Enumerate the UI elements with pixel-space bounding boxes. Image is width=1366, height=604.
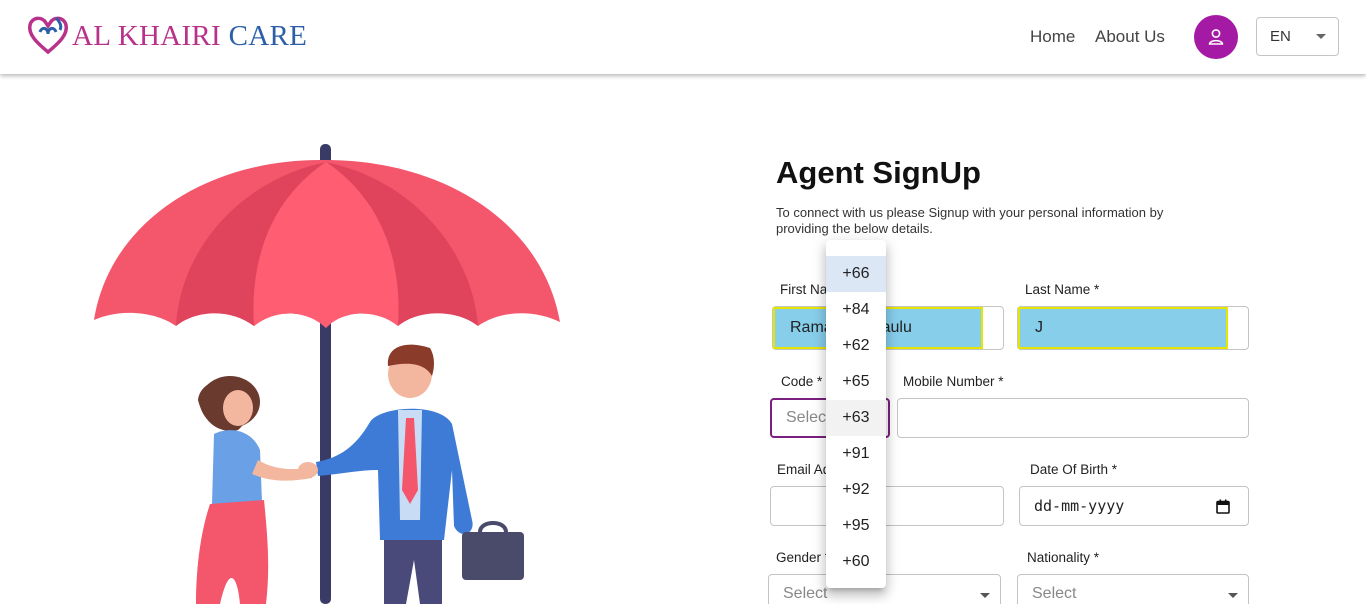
nav-home-link[interactable]: Home bbox=[1030, 27, 1075, 47]
mobile-number-input[interactable] bbox=[897, 398, 1249, 438]
country-code-option[interactable]: +62 bbox=[826, 328, 886, 364]
country-code-option[interactable]: +91 bbox=[826, 436, 886, 472]
chevron-down-icon bbox=[1228, 593, 1238, 598]
date-of-birth-placeholder: dd-mm-yyyy bbox=[1034, 497, 1125, 515]
page-title: Agent SignUp bbox=[776, 155, 981, 190]
country-code-option[interactable]: +63 bbox=[826, 400, 886, 436]
last-name-field[interactable]: J bbox=[1017, 306, 1249, 350]
country-code-option[interactable]: +66 bbox=[826, 256, 886, 292]
language-select[interactable]: EN bbox=[1256, 17, 1339, 56]
country-code-placeholder: Select bbox=[786, 409, 831, 426]
user-icon bbox=[1208, 29, 1224, 45]
chevron-down-icon bbox=[980, 593, 990, 598]
country-code-option[interactable]: +95 bbox=[826, 508, 886, 544]
umbrella-handshake-illustration bbox=[94, 144, 560, 604]
code-label: Code * bbox=[781, 374, 823, 389]
date-of-birth-input[interactable]: dd-mm-yyyy bbox=[1019, 486, 1249, 526]
page-subtitle: To connect with us please Signup with yo… bbox=[776, 205, 1164, 236]
country-code-option[interactable]: +84 bbox=[826, 292, 886, 328]
country-code-option[interactable]: +60 bbox=[826, 544, 886, 580]
last-name-label: Last Name * bbox=[1025, 282, 1100, 297]
language-value: EN bbox=[1270, 28, 1291, 45]
mobile-label: Mobile Number * bbox=[903, 374, 1004, 389]
nationality-placeholder: Select bbox=[1032, 585, 1077, 602]
nav-about-link[interactable]: About Us bbox=[1095, 27, 1165, 47]
email-input[interactable] bbox=[770, 486, 1004, 526]
chevron-down-icon bbox=[1316, 34, 1326, 39]
nationality-select[interactable]: Select bbox=[1017, 574, 1249, 604]
brand-logo[interactable]: AL KHAIRI CARE bbox=[26, 14, 307, 56]
country-code-option[interactable]: +92 bbox=[826, 472, 886, 508]
gender-placeholder: Select bbox=[783, 585, 828, 602]
country-code-option[interactable]: +65 bbox=[826, 364, 886, 400]
last-name-value: J bbox=[1018, 307, 1228, 349]
account-avatar-button[interactable] bbox=[1194, 15, 1238, 59]
app-header: AL KHAIRI CARE Home About Us EN bbox=[0, 0, 1366, 74]
dob-label: Date Of Birth * bbox=[1030, 462, 1118, 477]
brand-name: AL KHAIRI CARE bbox=[72, 19, 308, 52]
heart-hands-logo-icon bbox=[27, 16, 69, 55]
nationality-label: Nationality * bbox=[1027, 550, 1100, 565]
calendar-icon[interactable] bbox=[1216, 499, 1230, 514]
country-code-dropdown-menu: +66 +84 +62 +65 +63 +91 +92 +95 +60 bbox=[826, 240, 886, 588]
gender-label: Gender * bbox=[776, 550, 831, 565]
first-name-field[interactable]: Ramachandraulu bbox=[772, 306, 1004, 350]
